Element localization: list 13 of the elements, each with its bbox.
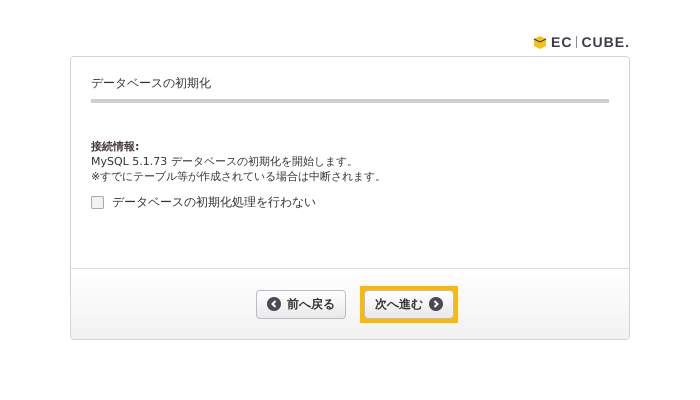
checkbox[interactable] <box>91 196 104 209</box>
logo-text: EC <box>550 34 572 50</box>
info-text: ※すでにテーブル等が作成されている場合は中断されます。 <box>91 169 388 184</box>
back-button[interactable]: 前へ戻る <box>256 290 346 318</box>
next-icon <box>429 297 443 311</box>
info-text: MySQL 5.1.73 データベースの初期化を開始します。 <box>91 154 359 169</box>
next-button[interactable]: 次へ進む <box>364 290 454 318</box>
logo-text: CUBE. <box>581 34 630 50</box>
section-label: 接続情報: <box>91 139 140 154</box>
panel-title: データベースの初期化 <box>91 75 609 103</box>
checkbox-label: データベースの初期化処理を行わない <box>112 194 316 211</box>
cube-icon <box>532 36 547 48</box>
back-icon <box>267 297 281 311</box>
